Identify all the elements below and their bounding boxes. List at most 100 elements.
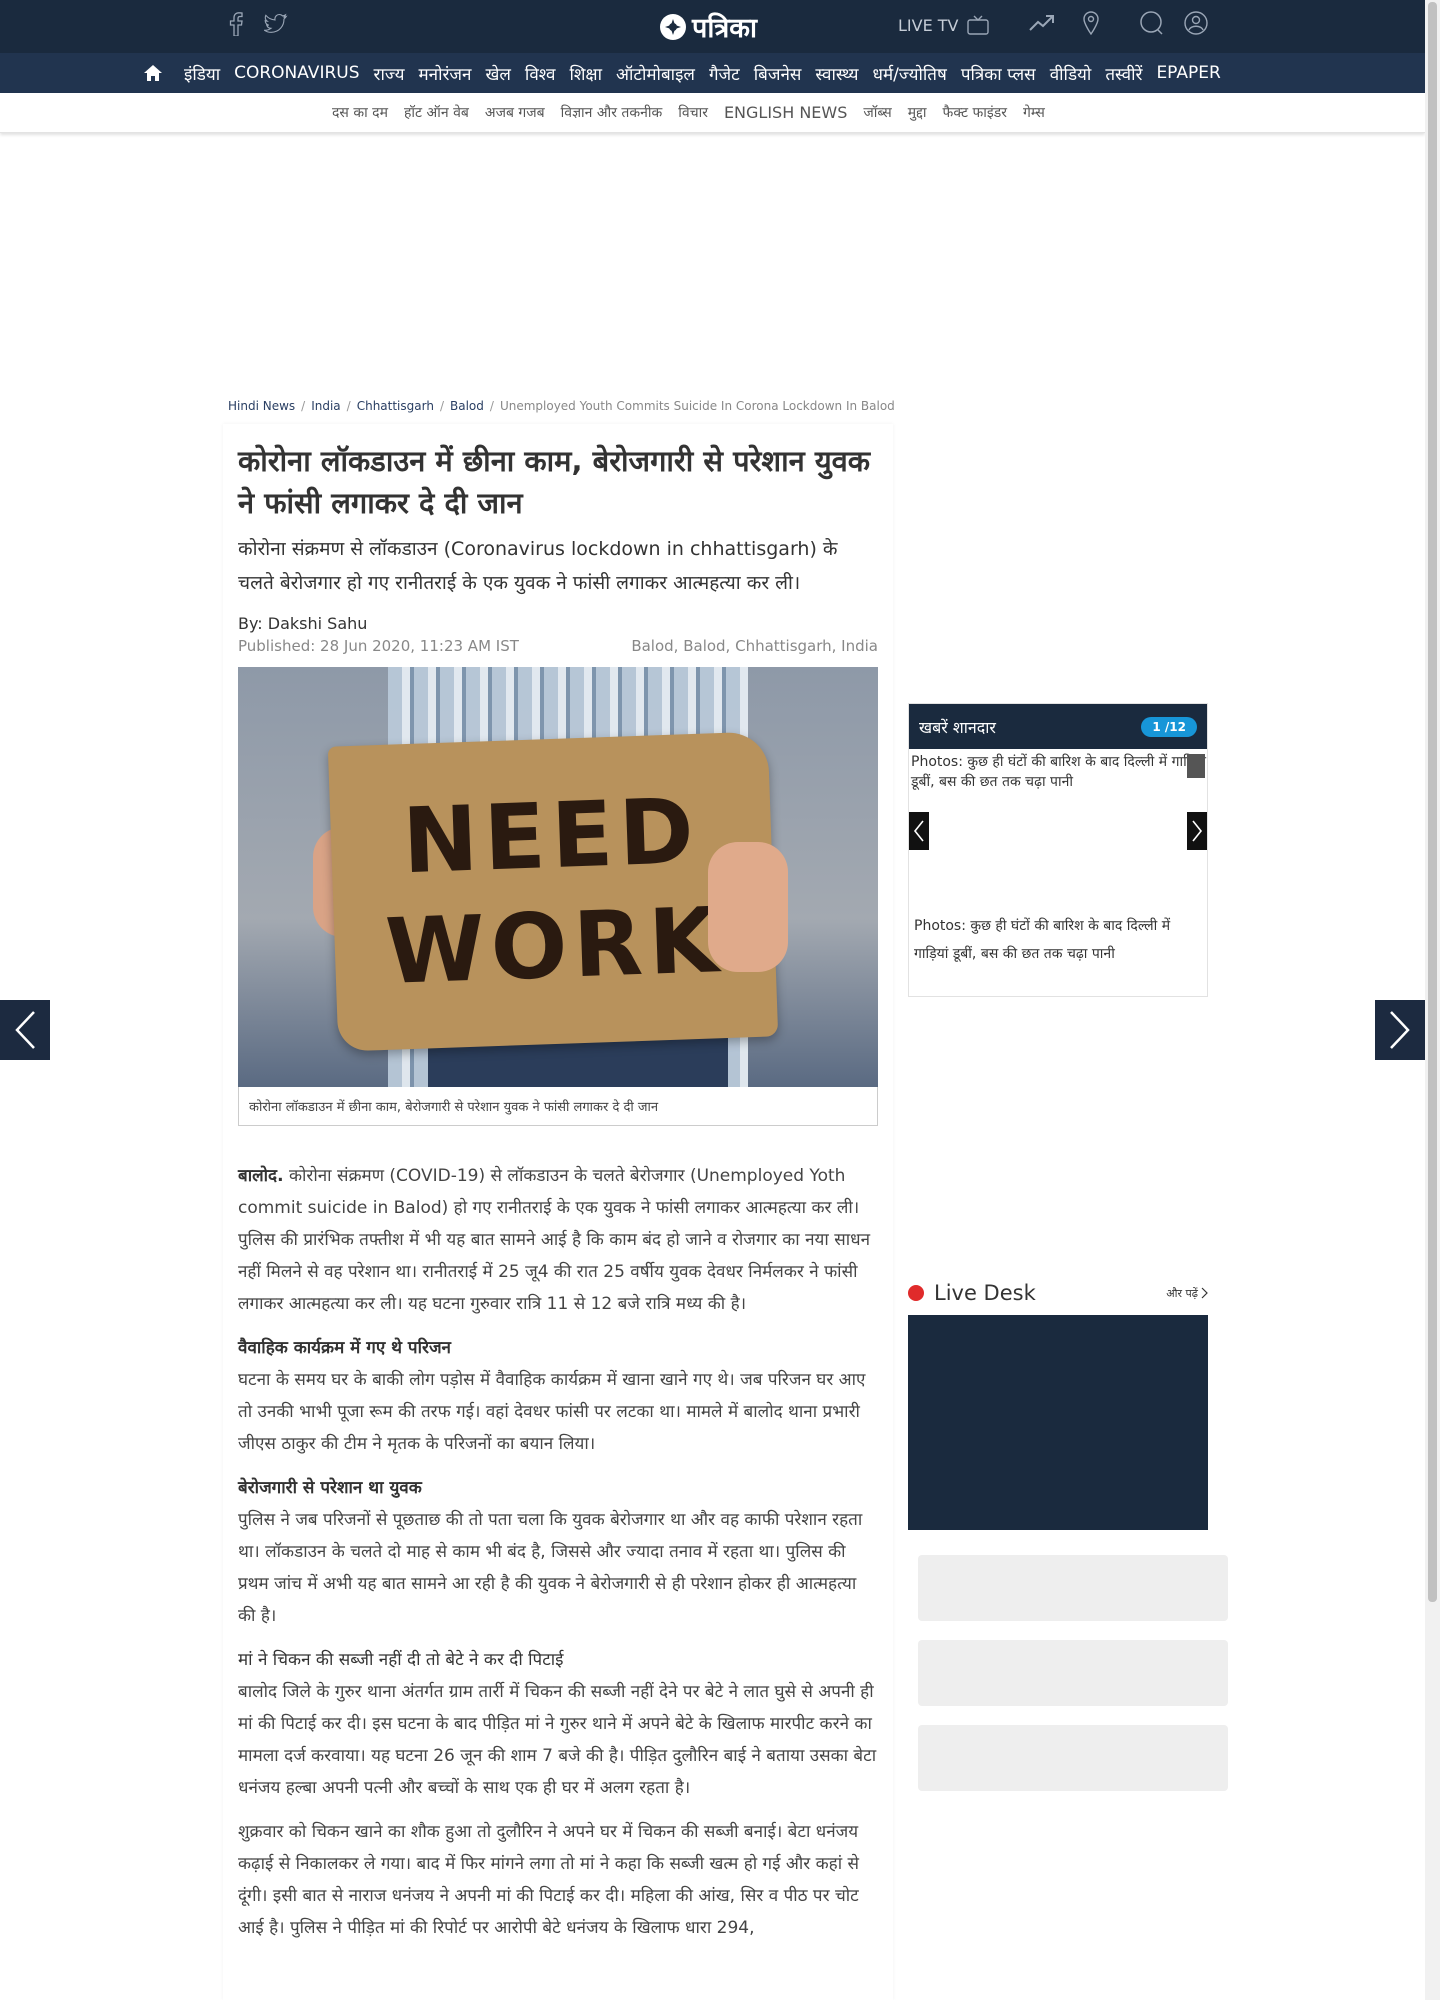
- sub-nav: दस का दम हॉट ऑन वेब अजब गजब विज्ञान और त…: [0, 93, 1425, 133]
- article: कोरोना लॉकडाउन में छीना काम, बेरोजगारी स…: [223, 424, 893, 2000]
- live-desk-header: Live Desk और पढ़ें: [908, 1281, 1208, 1305]
- facebook-icon[interactable]: [224, 10, 248, 38]
- nav-item-world[interactable]: विश्व: [518, 62, 563, 85]
- subnav-item[interactable]: जॉब्स: [855, 103, 899, 122]
- search-icon[interactable]: [1139, 10, 1165, 40]
- chevron-right-icon: [1192, 820, 1203, 842]
- chevron-left-icon: [913, 820, 924, 842]
- loading-placeholder-list: [908, 1545, 1228, 1805]
- live-dot-icon: [908, 1285, 924, 1301]
- patrika-logo[interactable]: पत्रिका: [660, 8, 757, 45]
- nav-item-entertainment[interactable]: मनोरंजन: [411, 62, 478, 85]
- read-more-link[interactable]: और पढ़ें: [1166, 1286, 1208, 1301]
- trending-icon[interactable]: [1028, 14, 1055, 36]
- article-hero-image: NEED WORK: [238, 667, 878, 1087]
- nav-item-gadget[interactable]: गैजेट: [702, 62, 747, 85]
- social-links: [224, 10, 288, 38]
- breadcrumb-separator: /: [489, 399, 494, 413]
- paragraph-4-text: बालोद जिले के गुरुर थाना अंतर्गत ग्राम त…: [238, 1682, 877, 1798]
- breadcrumb-item[interactable]: Chhattisgarh: [357, 399, 434, 413]
- loading-placeholder: [918, 1725, 1228, 1791]
- paragraph-2: वैवाहिक कार्यक्रम में गए थे परिजन घटना के…: [238, 1332, 878, 1460]
- breadcrumb-separator: /: [301, 399, 306, 413]
- breadcrumb: Hindi News / India / Chhattisgarh / Balo…: [228, 399, 895, 413]
- article-body: बालोद. कोरोना संक्रमण (COVID-19) से लॉकड…: [238, 1160, 878, 1944]
- image-caption: कोरोना लॉकडाउन में छीना काम, बेरोजगारी स…: [238, 1087, 878, 1126]
- main-nav: इंडिया CORONAVIRUS राज्य मनोरंजन खेल विश…: [0, 53, 1425, 93]
- nav-item-epaper[interactable]: EPAPER: [1149, 63, 1227, 83]
- prev-article-button[interactable]: [0, 1000, 50, 1060]
- page-scrollbar[interactable]: [1425, 0, 1440, 2000]
- widget-header: खबरें शानदार 1 /12: [909, 704, 1207, 749]
- nav-item-business[interactable]: बिजनेस: [747, 62, 809, 85]
- subnav-item[interactable]: गेम्स: [1015, 103, 1053, 122]
- top-header: पत्रिका LIVE TV: [0, 0, 1425, 53]
- breadcrumb-current: Unemployed Youth Commits Suicide In Coro…: [499, 399, 895, 413]
- breadcrumb-item[interactable]: India: [311, 399, 340, 413]
- subnav-item[interactable]: फैक्ट फाइंडर: [935, 103, 1015, 122]
- nav-item-india[interactable]: इंडिया: [177, 62, 227, 85]
- subheading-1: वैवाहिक कार्यक्रम में गए थे परिजन: [238, 1338, 451, 1358]
- location-icon[interactable]: [1082, 11, 1099, 39]
- nav-item-states[interactable]: राज्य: [367, 62, 412, 85]
- slide-counter: 1 /12: [1141, 716, 1197, 737]
- gallery-next-button[interactable]: [1187, 812, 1207, 850]
- article-headline: कोरोना लॉकडाउन में छीना काम, बेरोजगारी स…: [238, 444, 871, 520]
- nav-item-sports[interactable]: खेल: [478, 62, 517, 85]
- subheading-3: मां ने चिकन की सब्जी नहीं दी तो बेटे ने …: [238, 1650, 564, 1670]
- gallery-image-alt[interactable]: Photos: कुछ ही घंटों की बारिश के बाद दिल…: [909, 749, 1207, 809]
- nav-item-photos[interactable]: तस्वीरें: [1098, 62, 1149, 85]
- loading-placeholder: [918, 1640, 1228, 1706]
- paragraph-5: शुक्रवार को चिकन खाने का शौक हुआ तो दुलौ…: [238, 1822, 859, 1938]
- breadcrumb-separator: /: [346, 399, 351, 413]
- home-icon[interactable]: [143, 62, 165, 84]
- subnav-item[interactable]: हॉट ऑन वेब: [396, 103, 477, 122]
- subheading-2: बेरोजगारी से परेशान था युवक: [238, 1478, 422, 1498]
- scrollbar-thumb[interactable]: [1428, 2, 1437, 1602]
- publish-info: Published: 28 Jun 2020, 11:23 AM IST Bal…: [238, 637, 878, 655]
- hero-hand-right: [708, 842, 788, 972]
- subnav-item[interactable]: विज्ञान और तकनीक: [553, 103, 671, 122]
- ad-space: [224, 145, 1200, 385]
- paragraph-4: मां ने चिकन की सब्जी नहीं दी तो बेटे ने …: [238, 1644, 878, 1804]
- photo-gallery-widget: खबरें शानदार 1 /12 Photos: कुछ ही घंटों …: [908, 703, 1208, 997]
- live-desk-title-wrap: Live Desk: [908, 1281, 1036, 1305]
- nav-item-video[interactable]: वीडियो: [1043, 62, 1099, 85]
- twitter-icon[interactable]: [264, 10, 288, 38]
- subnav-item[interactable]: दस का दम: [324, 103, 396, 122]
- next-article-button[interactable]: [1375, 1000, 1425, 1060]
- subnav-item[interactable]: मुद्दा: [900, 103, 935, 122]
- chevron-left-icon: [15, 1011, 35, 1049]
- publish-date: Published: 28 Jun 2020, 11:23 AM IST: [238, 637, 519, 655]
- article-byline[interactable]: By: Dakshi Sahu: [238, 614, 878, 633]
- subnav-item[interactable]: ENGLISH NEWS: [716, 103, 855, 122]
- paragraph-1: बालोद. कोरोना संक्रमण (COVID-19) से लॉकड…: [238, 1160, 878, 1320]
- tv-icon: [966, 15, 989, 35]
- subnav-item[interactable]: विचार: [670, 103, 716, 122]
- logo-mark-icon: [660, 13, 686, 40]
- nav-item-religion[interactable]: धर्म/ज्योतिष: [866, 62, 954, 85]
- loading-placeholder: [918, 1555, 1228, 1621]
- live-tv-link[interactable]: LIVE TV: [898, 15, 989, 35]
- gallery-expand-button[interactable]: [1187, 754, 1205, 778]
- sign-line-1: NEED: [400, 778, 702, 894]
- paragraph-3-text: पुलिस ने जब परिजनों से पूछताछ की तो पता …: [238, 1510, 863, 1626]
- nav-item-automobile[interactable]: ऑटोमोबाइल: [609, 62, 702, 85]
- paragraph-3: बेरोजगारी से परेशान था युवक पुलिस ने जब प…: [238, 1472, 878, 1632]
- nav-item-health[interactable]: स्वास्थ्य: [808, 62, 865, 85]
- nav-item-education[interactable]: शिक्षा: [562, 62, 609, 85]
- user-icon[interactable]: [1183, 10, 1209, 40]
- live-desk-feed: [908, 1315, 1208, 1530]
- breadcrumb-item[interactable]: Hindi News: [228, 399, 295, 413]
- widget-title: खबरें शानदार: [919, 717, 996, 737]
- article-location: Balod, Balod, Chhattisgarh, India: [631, 637, 878, 655]
- subnav-item[interactable]: अजब गजब: [477, 103, 553, 122]
- paragraph-1-text: कोरोना संक्रमण (COVID-19) से लॉकडाउन के …: [238, 1166, 870, 1314]
- gallery-prev-button[interactable]: [909, 812, 929, 850]
- breadcrumb-item[interactable]: Balod: [450, 399, 484, 413]
- chevron-right-icon: [1390, 1011, 1410, 1049]
- gallery-caption[interactable]: Photos: कुछ ही घंटों की बारिश के बाद दिल…: [914, 912, 1204, 968]
- nav-item-coronavirus[interactable]: CORONAVIRUS: [227, 63, 366, 83]
- nav-item-patrika-plus[interactable]: पत्रिका प्लस: [954, 62, 1043, 85]
- sign-line-2: WORK: [383, 887, 727, 1005]
